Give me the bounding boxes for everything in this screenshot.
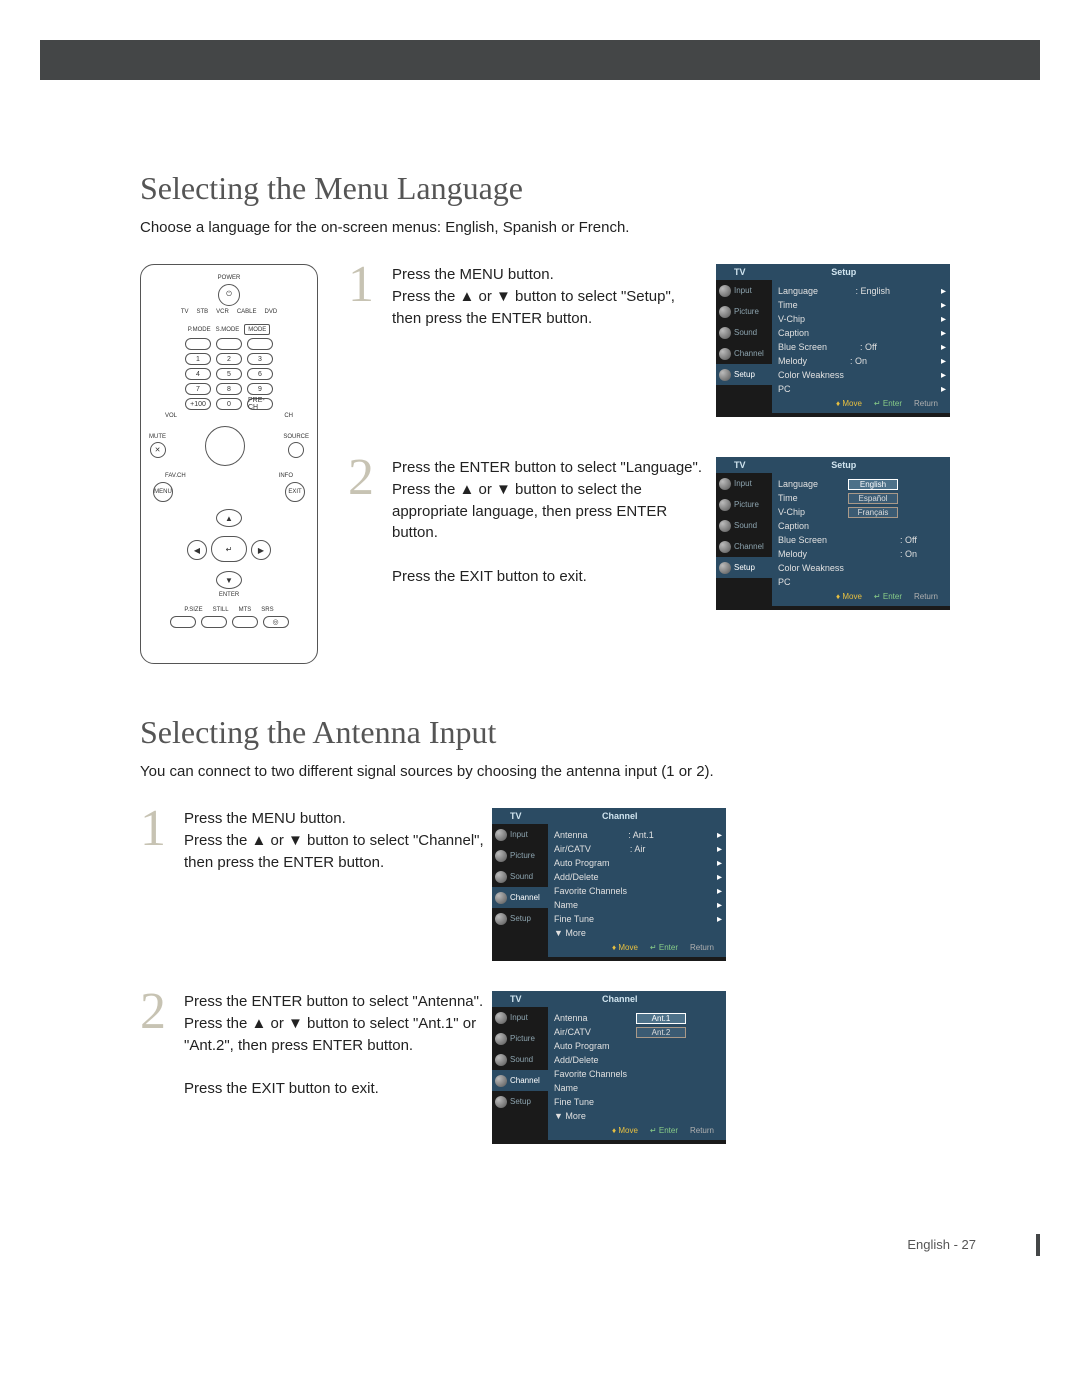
remote-num-1[interactable]: 1 <box>185 353 211 365</box>
remote-enter-button[interactable]: ↵ <box>211 536 247 562</box>
remote-volch-pad[interactable] <box>205 426 245 466</box>
remote-dpad: ▲ ▼ ◀ ▶ ↵ <box>179 509 279 589</box>
remote-power-label: POWER <box>218 275 241 281</box>
remote-mute-button[interactable]: ✕ <box>150 442 166 458</box>
osd-language-select: TVSetup Input Picture Sound Channel Setu… <box>716 457 950 610</box>
remote-plus100[interactable]: +100 <box>185 398 211 410</box>
antenna-step-number-2: 2 <box>140 991 176 1033</box>
remote-power-button[interactable]: ⏻ <box>218 284 240 306</box>
intro-antenna: You can connect to two different signal … <box>140 763 780 780</box>
intro-menu-language: Choose a language for the on-screen menu… <box>140 219 950 236</box>
osd-setup-menu: TVSetup Input Picture Sound Channel Setu… <box>716 264 950 417</box>
antenna-step-number-1: 1 <box>140 808 176 850</box>
step-number-1: 1 <box>348 264 384 417</box>
heading-antenna: Selecting the Antenna Input <box>140 714 950 751</box>
remote-exit-button[interactable]: EXIT <box>285 482 305 502</box>
heading-menu-language: Selecting the Menu Language <box>140 170 950 207</box>
remote-menu-button[interactable]: MENU <box>153 482 173 502</box>
antenna-step1-text: Press the MENU button. Press the ▲ or ▼ … <box>184 808 484 873</box>
page-number: English - 27 <box>40 1234 1040 1256</box>
step2-text: Press the ENTER button to select "Langua… <box>392 457 708 610</box>
remote-left-button[interactable]: ◀ <box>187 540 207 560</box>
remote-right-button[interactable]: ▶ <box>251 540 271 560</box>
remote-source-button[interactable] <box>288 442 304 458</box>
remote-mode-button[interactable]: MODE <box>244 324 270 335</box>
osd-channel-menu: TVChannel Input Picture Sound Channel Se… <box>492 808 726 961</box>
remote-diagram: POWER ⏻ TV STB VCR CABLE DVD P.MODE S.MO… <box>140 264 318 664</box>
step1-text: Press the MENU button. Press the ▲ or ▼ … <box>392 264 708 417</box>
osd-antenna-select: TVChannel Input Picture Sound Channel Se… <box>492 991 726 1144</box>
step-number-2: 2 <box>348 457 384 610</box>
remote-up-button[interactable]: ▲ <box>216 509 242 527</box>
remote-prech[interactable]: PRE-CH <box>247 398 273 410</box>
page-frame: Selecting the Menu Language Choose a lan… <box>40 40 1040 1214</box>
antenna-step2-text: Press the ENTER button to select "Antenn… <box>184 991 484 1100</box>
remote-down-button[interactable]: ▼ <box>216 571 242 589</box>
